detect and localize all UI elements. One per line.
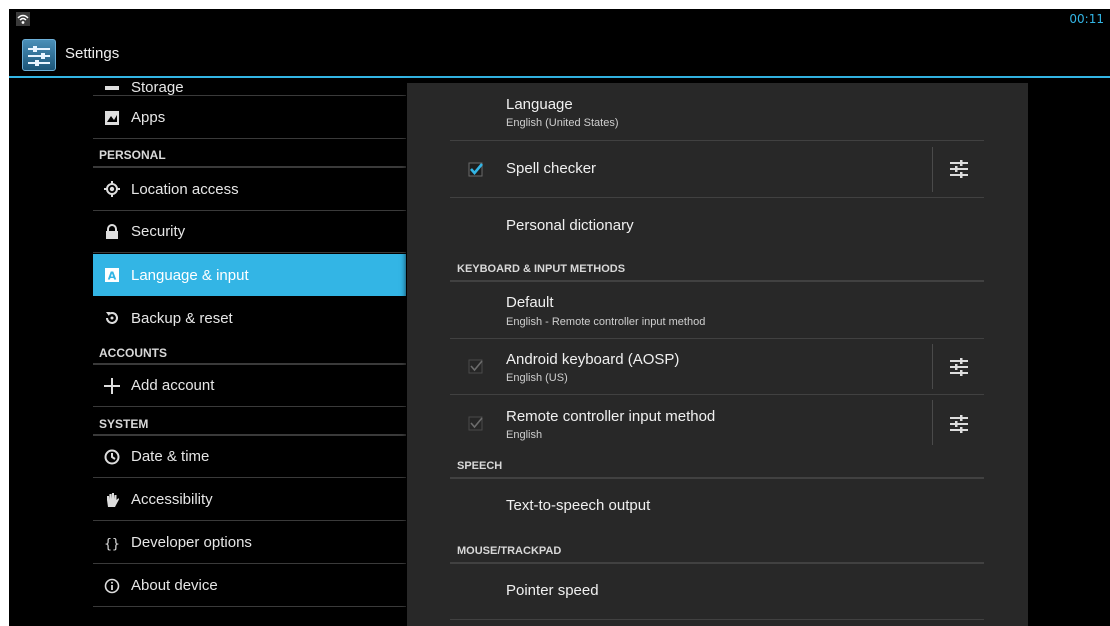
lock-icon — [103, 223, 121, 241]
braces-icon: {} — [103, 534, 121, 552]
sidebar-item-label: Developer options — [131, 534, 252, 551]
settings-icon[interactable] — [22, 39, 56, 71]
language-icon: A — [103, 266, 121, 284]
pref-default-input[interactable]: Default English - Remote controller inpu… — [450, 282, 984, 339]
sidebar-item-about-device[interactable]: About device — [93, 565, 406, 607]
pref-spell-checker[interactable]: Spell checker — [450, 141, 984, 198]
pref-remote-controller-input[interactable]: Remote controller input method English — [450, 395, 984, 451]
sidebar-item-storage[interactable]: Storage — [93, 78, 406, 96]
backup-icon — [103, 309, 121, 327]
sidebar-item-location[interactable]: Location access — [93, 168, 406, 211]
section-header-personal: PERSONAL — [99, 148, 166, 162]
sidebar-item-label: Storage — [131, 79, 184, 96]
sidebar-item-label: Add account — [131, 377, 215, 394]
sidebar-item-language-input[interactable]: A Language & input — [93, 254, 406, 296]
section-header-speech: SPEECH — [457, 460, 503, 472]
section-header-keyboard: KEYBOARD & INPUT METHODS — [457, 263, 626, 275]
sidebar-item-security[interactable]: Security — [93, 211, 406, 253]
svg-text:{}: {} — [104, 537, 120, 551]
pref-title: Remote controller input method — [506, 408, 716, 425]
language-input-panel: Language English (United States) Spell c… — [407, 83, 1028, 626]
status-bar: 00:11 — [9, 9, 1110, 31]
android-keyboard-checkbox — [468, 359, 483, 374]
apps-icon — [103, 109, 121, 127]
location-icon — [103, 180, 121, 198]
screen: 00:11 Settings Storage Apps PERSONAL Loc… — [9, 9, 1110, 626]
spell-checker-settings-icon[interactable] — [948, 158, 970, 180]
pref-title: Android keyboard (AOSP) — [506, 351, 680, 368]
sidebar-item-label: Apps — [131, 109, 166, 126]
pref-language[interactable]: Language English (United States) — [450, 83, 984, 141]
sidebar-item-apps[interactable]: Apps — [93, 97, 406, 139]
remote-input-settings-icon[interactable] — [948, 413, 970, 435]
pref-summary: English — [506, 429, 543, 441]
hand-icon — [103, 491, 121, 509]
sidebar-item-label: About device — [131, 577, 218, 594]
sidebar-item-label: Location access — [131, 180, 239, 198]
pref-personal-dictionary[interactable]: Personal dictionary — [450, 198, 984, 252]
status-clock: 00:11 — [1069, 12, 1104, 26]
sidebar-item-label: Security — [131, 223, 186, 240]
section-header-accounts: ACCOUNTS — [99, 346, 167, 360]
wifi-icon — [16, 12, 30, 26]
sidebar-item-add-account[interactable]: Add account — [93, 365, 406, 407]
sidebar-item-label: Backup & reset — [131, 309, 233, 327]
sidebar-item-label: Language & input — [131, 266, 249, 284]
pref-text-to-speech[interactable]: Text-to-speech output — [450, 479, 984, 535]
divider — [932, 344, 933, 389]
pref-title: Pointer speed — [506, 582, 599, 599]
storage-icon — [103, 78, 121, 93]
info-icon — [103, 577, 121, 595]
pref-summary: English - Remote controller input method — [506, 316, 706, 328]
sidebar-item-label: Accessibility — [131, 491, 213, 508]
action-bar: Settings — [9, 31, 1110, 78]
settings-sidebar: Storage Apps PERSONAL Location access Se… — [9, 78, 407, 626]
pref-pointer-speed[interactable]: Pointer speed — [450, 564, 984, 620]
pref-title: Spell checker — [506, 160, 597, 177]
pref-title: Text-to-speech output — [506, 497, 651, 514]
pref-title: Personal dictionary — [506, 217, 634, 234]
android-keyboard-settings-icon[interactable] — [948, 356, 970, 378]
page-title: Settings — [65, 45, 120, 62]
clock-icon — [103, 448, 121, 466]
sidebar-item-accessibility[interactable]: Accessibility — [93, 479, 406, 521]
divider — [932, 400, 933, 445]
sidebar-item-date-time[interactable]: Date & time — [93, 436, 406, 478]
svg-text:A: A — [108, 270, 117, 283]
divider — [932, 147, 933, 192]
sidebar-item-backup-reset[interactable]: Backup & reset — [93, 297, 406, 339]
sidebar-item-label: Date & time — [131, 448, 210, 465]
pref-title: Default — [506, 294, 554, 311]
pref-title: Language — [506, 96, 573, 113]
section-header-mouse: MOUSE/TRACKPAD — [457, 545, 562, 557]
pref-summary: English (US) — [506, 372, 568, 384]
section-header-system: SYSTEM — [99, 417, 149, 431]
spell-checker-checkbox[interactable] — [468, 161, 484, 177]
remote-input-checkbox — [468, 416, 483, 431]
sidebar-item-developer-options[interactable]: {} Developer options — [93, 522, 406, 564]
pref-android-keyboard[interactable]: Android keyboard (AOSP) English (US) — [450, 339, 984, 395]
pref-summary: English (United States) — [506, 117, 619, 129]
plus-icon — [103, 377, 121, 395]
